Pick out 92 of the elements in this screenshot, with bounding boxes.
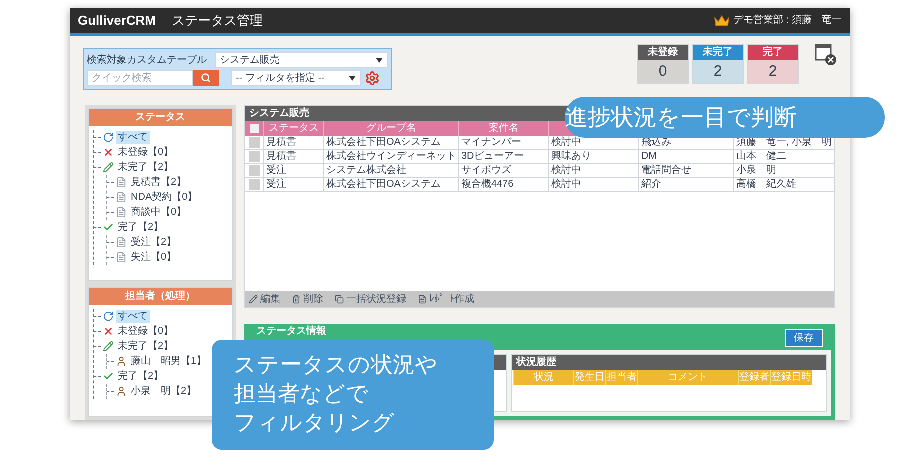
- copy-icon: [335, 294, 344, 304]
- panel-title: 担当者（処理）: [89, 288, 232, 305]
- row-checkbox[interactable]: [248, 151, 260, 162]
- table-cell: 受注: [263, 164, 324, 177]
- person-icon: [116, 386, 127, 397]
- document-icon: [418, 294, 428, 304]
- counter-value: 2: [693, 60, 743, 83]
- quick-search-field[interactable]: クイック検索: [87, 70, 193, 86]
- tree-item[interactable]: 未登録【0】: [116, 325, 176, 338]
- tree-item[interactable]: 小泉 明【2】: [129, 385, 199, 398]
- check-icon: [103, 222, 114, 233]
- close-panel-icon[interactable]: [815, 44, 837, 66]
- tree-item[interactable]: すべて: [116, 310, 150, 323]
- callout-text: フィルタリング: [234, 409, 395, 437]
- panel-title: ステータス情報: [256, 326, 328, 337]
- table-cell: 複合機4476: [458, 178, 548, 191]
- tree-item[interactable]: 商談中【0】: [129, 206, 189, 219]
- crown-icon: [714, 14, 730, 26]
- toolbar-button[interactable]: 編集: [249, 292, 280, 306]
- refresh-icon: [103, 132, 114, 143]
- callout-text: ステータスの状況や: [234, 351, 438, 379]
- pencil-icon: [103, 341, 114, 352]
- select-all-checkbox[interactable]: [250, 124, 259, 133]
- table-cell: 株式会社下田OAシステム: [323, 178, 458, 191]
- page-title: ステータス管理: [172, 12, 264, 30]
- save-button[interactable]: 保存: [785, 329, 823, 347]
- app-name: GulliverCRM: [78, 12, 156, 30]
- tree-item[interactable]: 未完了【2】: [116, 161, 176, 174]
- tree-item[interactable]: 未登録【0】: [116, 146, 176, 159]
- document-icon: [116, 252, 127, 263]
- document-icon: [116, 177, 127, 188]
- table-cell: 高橋 紀久雄: [733, 178, 834, 191]
- check-icon: [103, 371, 114, 382]
- table-cell: 受注: [263, 178, 324, 191]
- toolbar-button[interactable]: ﾚﾎﾟｰﾄ作成: [418, 292, 474, 306]
- document-icon: [116, 192, 127, 203]
- tree-item[interactable]: すべて: [116, 131, 150, 144]
- row-checkbox[interactable]: [248, 137, 260, 148]
- tree-item[interactable]: NDA契約【0】: [129, 191, 200, 204]
- person-icon: [116, 356, 127, 367]
- settings-icon[interactable]: [365, 70, 380, 86]
- counter-value: 2: [748, 60, 798, 83]
- tree-item[interactable]: 完了【2】: [116, 221, 166, 234]
- table-cell: 株式会社下田OAシステム: [323, 136, 458, 149]
- table-cell: システム株式会社: [323, 164, 458, 177]
- table-cell: 小泉 明: [733, 164, 834, 177]
- tree-item[interactable]: 未完了【2】: [116, 340, 176, 353]
- toolbar-button[interactable]: 一括状況登録: [335, 292, 406, 306]
- edit-icon: [249, 294, 258, 304]
- counter-label: 完了: [748, 45, 798, 60]
- dropdown-icon: [349, 76, 356, 80]
- tree-item[interactable]: 失注【0】: [129, 251, 179, 264]
- counter-label: 未完了: [693, 45, 743, 60]
- counter-label: 未登録: [638, 45, 688, 60]
- document-icon: [116, 237, 127, 248]
- table-cell: 電話問合せ: [638, 164, 734, 177]
- refresh-icon: [103, 311, 114, 322]
- user-name: デモ営業部 : 須藤 竜一: [734, 14, 842, 28]
- tree-item[interactable]: 藤山 昭男【1】: [129, 355, 209, 368]
- callout-text: 担当者などで: [234, 380, 369, 408]
- cross-icon: [103, 326, 114, 337]
- filter-select[interactable]: -- フィルタを指定 --: [231, 70, 361, 86]
- document-icon: [116, 207, 127, 218]
- tree-item[interactable]: 完了【2】: [116, 370, 166, 383]
- search-icon: [201, 73, 211, 83]
- table-cell: 山本 健二: [733, 150, 834, 163]
- counter-value: 0: [638, 60, 688, 83]
- table-cell: サイボウズ: [458, 164, 548, 177]
- cross-icon: [103, 147, 114, 158]
- table-cell: 紹介: [638, 178, 734, 191]
- table-cell: 見積書: [263, 150, 324, 163]
- table-cell: 見積書: [263, 136, 324, 149]
- dropdown-icon: [376, 58, 383, 62]
- table-cell: 検討中: [548, 178, 638, 191]
- table-select[interactable]: システム販売: [215, 52, 388, 68]
- toolbar-button[interactable]: 削除: [292, 292, 324, 306]
- row-checkbox[interactable]: [248, 165, 260, 176]
- table-cell: マイナンバー: [458, 136, 548, 149]
- search-label: 検索対象カスタムテーブル: [87, 54, 208, 68]
- table-cell: 興味あり: [548, 150, 638, 163]
- history-title: 状況履歴: [512, 355, 826, 370]
- table-cell: DM: [638, 150, 734, 163]
- search-button[interactable]: [193, 70, 219, 86]
- tree-item[interactable]: 受注【2】: [129, 236, 179, 249]
- row-checkbox[interactable]: [248, 179, 260, 190]
- table-cell: 検討中: [548, 164, 638, 177]
- trash-icon: [292, 294, 302, 304]
- table-cell: 3Dビューアー: [458, 150, 548, 163]
- pencil-icon: [103, 162, 114, 173]
- panel-title: ステータス: [89, 109, 232, 126]
- table-cell: 株式会社ウインディーネット: [323, 150, 458, 163]
- tree-item[interactable]: 見積書【2】: [129, 176, 189, 189]
